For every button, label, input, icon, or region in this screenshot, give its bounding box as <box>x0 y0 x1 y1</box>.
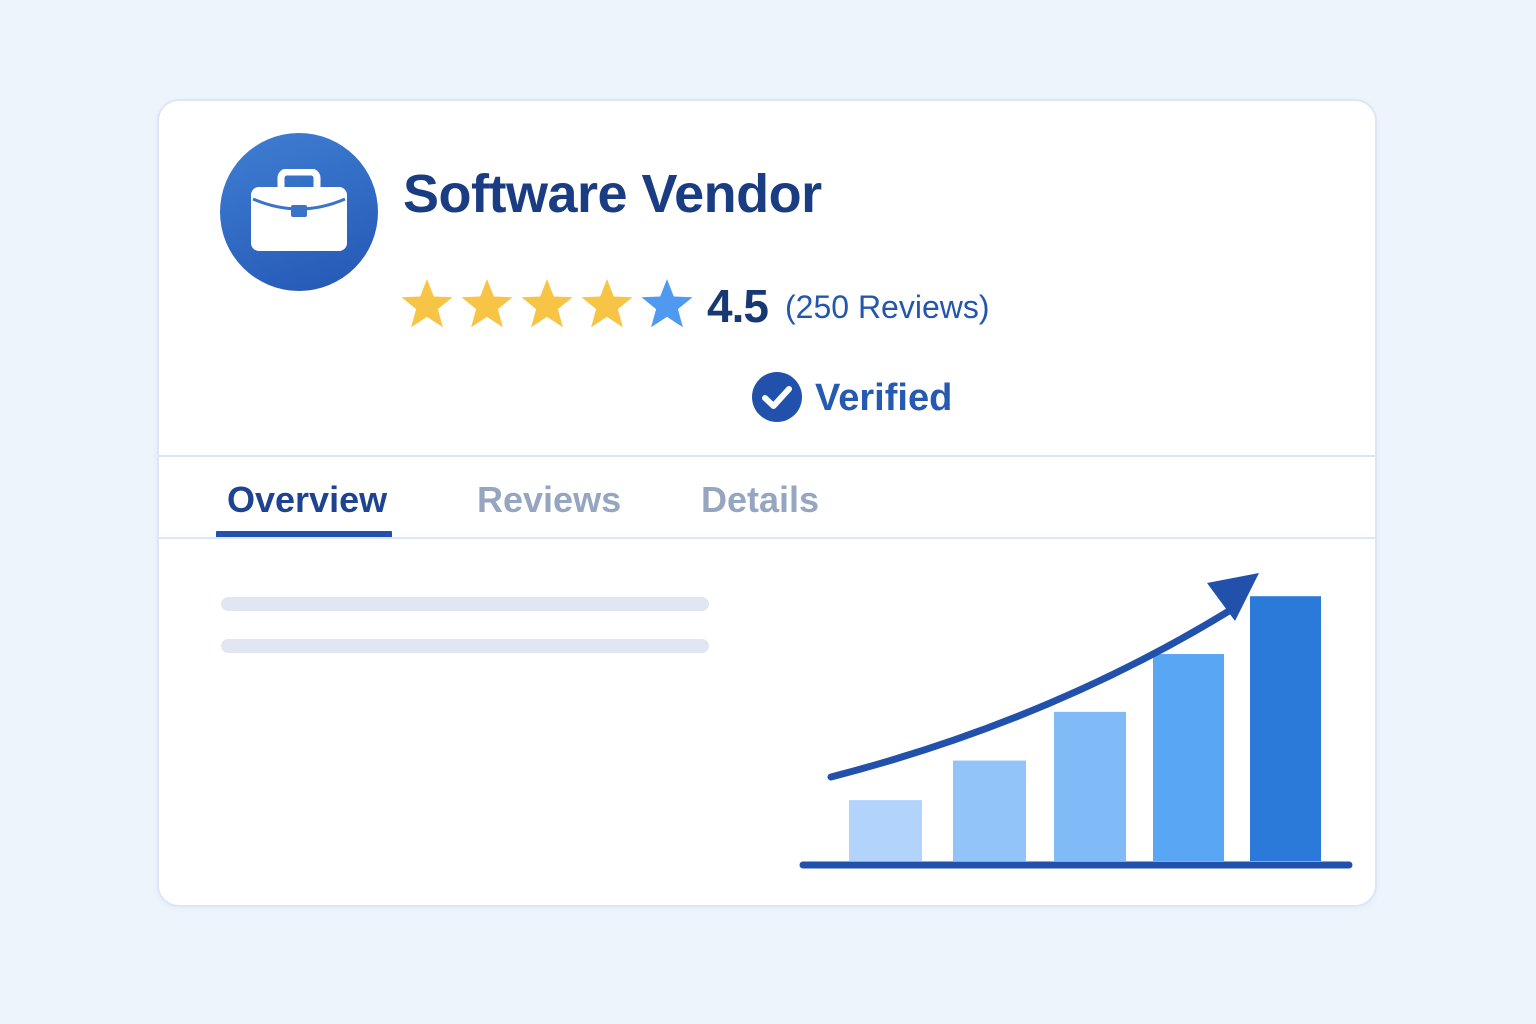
chart-bar <box>849 800 922 861</box>
rating-value: 4.5 <box>707 280 769 332</box>
tab-reviews[interactable]: Reviews <box>477 479 621 521</box>
star-icon <box>401 279 453 328</box>
star-rating <box>401 279 693 328</box>
briefcase-icon <box>251 169 347 251</box>
star-icon <box>461 279 513 328</box>
star-icon <box>521 279 573 328</box>
chart-bar <box>953 760 1026 861</box>
chart-bar <box>1153 654 1224 861</box>
tab-details[interactable]: Details <box>701 479 819 521</box>
review-count-link[interactable]: (250 Reviews) <box>785 289 990 326</box>
chart-bar <box>1054 711 1126 861</box>
vendor-card: Software Vendor 4.5 (250 Reviews) Verifi… <box>157 99 1377 907</box>
text-placeholder-line <box>221 639 709 653</box>
text-placeholder-line <box>221 597 709 611</box>
star-icon <box>581 279 633 328</box>
check-circle-icon <box>752 372 802 422</box>
growth-bar-chart <box>799 573 1353 869</box>
tab-overview[interactable]: Overview <box>227 479 387 521</box>
star-icon <box>641 279 693 328</box>
vendor-logo <box>220 133 378 291</box>
vendor-name: Software Vendor <box>403 164 822 224</box>
chart-bar <box>1250 596 1321 861</box>
verified-label: Verified <box>815 377 953 419</box>
tabs-divider <box>159 537 1375 539</box>
header-divider <box>159 455 1375 457</box>
